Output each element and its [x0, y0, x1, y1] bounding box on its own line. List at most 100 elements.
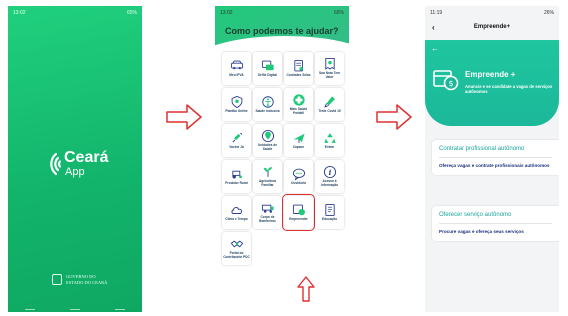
service-tile-label: Clima e Tempo	[225, 217, 248, 222]
car-icon	[230, 60, 243, 70]
service-tile[interactable]: Educação	[315, 196, 344, 229]
service-tile[interactable]: Capace	[284, 124, 313, 157]
service-tile-label: Corpo de Bombeiros	[259, 215, 276, 223]
status-time: 13:02	[220, 10, 233, 16]
service-tile-label: Acesso à Informação	[320, 179, 339, 187]
service-tile[interactable]: Empreender	[282, 194, 315, 231]
option-card-offer[interactable]: Oferecer serviço autônomo Procure vagas …	[432, 206, 559, 241]
service-tile[interactable]: Produtor Rural	[222, 160, 251, 193]
test-tube-icon	[323, 96, 335, 108]
location-pin-icon	[261, 130, 274, 143]
government-logo: GOVERNO DO ESTADO DO CEARÁ	[52, 274, 107, 285]
chat-card-icon	[261, 60, 274, 71]
nav-back-icon[interactable]	[114, 308, 125, 310]
hero-banner: ← $ Empreende + Anuncie e se candidate a…	[425, 40, 559, 126]
card-title: Oferecer serviço autônomo	[439, 212, 552, 224]
service-tile-label: Empreender	[289, 217, 308, 222]
service-tile[interactable]: Contrates Selas	[284, 52, 313, 85]
book-icon	[324, 204, 335, 217]
app-bar-title: Empreende+	[473, 24, 511, 30]
service-tile[interactable]: Sua Nota Tem Valor	[315, 52, 344, 85]
logo-name: Ceará	[64, 149, 109, 166]
service-tile-label: Ouvidoria	[291, 181, 306, 186]
status-bar: 13:02 65%	[8, 6, 142, 20]
services-screen: 13:02 65% Como podemos te ajudar? Meu IP…	[215, 6, 349, 312]
store-coin-icon	[292, 204, 305, 216]
status-battery: 65%	[333, 10, 344, 16]
service-tile-label: Produtor Rural	[225, 181, 248, 186]
service-tile-label: Educação	[321, 217, 338, 222]
service-tile[interactable]: Saúde Inclusiva	[253, 88, 282, 121]
services-grid: Meu IPVA Selfie Digital Contrates Selas Sua…	[222, 52, 346, 265]
status-time: 11:19	[430, 10, 443, 16]
logo-subname: App	[65, 166, 85, 178]
card-description: Procure vagas e ofereça seus serviços	[439, 229, 524, 234]
tutorial-composite: 13:02 65% Ceará App GOVERNO DO ESTADO DO…	[0, 0, 568, 316]
service-tile-label: Teste Covid 19	[318, 109, 341, 114]
app-bar: ‹ Empreende+	[425, 20, 559, 34]
service-tile[interactable]: Mais Saúde Portátil	[284, 88, 313, 121]
service-tile[interactable]: Teste Covid 19	[315, 88, 344, 121]
status-battery: 65%	[126, 10, 137, 16]
service-tile[interactable]: Meu IPVA	[222, 52, 251, 85]
service-tile[interactable]: i Acesso à Informação	[315, 160, 344, 193]
handshake-icon	[230, 241, 243, 248]
document-stamp-icon	[293, 60, 303, 72]
state-seal-icon	[52, 274, 62, 285]
service-tile[interactable]: Agricultura Familiar	[253, 160, 282, 193]
card-title: Contratar profissional autônomo	[439, 146, 552, 158]
option-card-hire[interactable]: Contratar profissional autônomo Ofereça …	[432, 140, 559, 175]
service-tile-label: Selfie Digital	[257, 73, 278, 78]
service-tile[interactable]: Plantão Online	[222, 88, 251, 121]
tractor-icon	[231, 170, 242, 179]
fire-truck-icon	[261, 205, 274, 214]
hero-title: Empreende +	[465, 70, 516, 79]
service-tile-label: Portal do Contribuinte PDC	[223, 251, 250, 259]
recycle-icon	[323, 133, 336, 144]
service-tile[interactable]: Selfie Digital	[253, 52, 282, 85]
service-tile[interactable]: Ouvidoria	[284, 160, 313, 193]
status-battery: 26%	[543, 10, 554, 16]
service-tile-label: Vacine Já	[229, 145, 244, 150]
service-tile[interactable]: Corpo de Bombeiros	[253, 196, 282, 229]
right-arrow-annotation-2	[376, 104, 412, 130]
service-tile[interactable]: Clima e Tempo	[222, 196, 251, 229]
svg-text:i: i	[328, 168, 331, 177]
airplane-icon	[292, 134, 305, 144]
up-arrow-annotation	[297, 276, 315, 302]
service-tile-label: Meu IPVA	[229, 73, 244, 78]
service-tile[interactable]: Entrar	[315, 124, 344, 157]
service-tile[interactable]: Unidades de Saúde	[253, 124, 282, 157]
service-tile-label: Contrates Selas	[286, 73, 311, 78]
svg-text:$: $	[448, 79, 453, 88]
service-tile-label: Plantão Online	[225, 109, 248, 114]
plant-icon	[263, 167, 272, 178]
back-chevron-icon[interactable]: ‹	[432, 23, 435, 32]
accessibility-icon	[261, 96, 274, 108]
service-tile-label: Saúde Inclusiva	[255, 109, 280, 114]
service-tile-label: Capace	[292, 145, 305, 150]
cloud-icon	[230, 207, 242, 215]
service-tile-label: Mais Saúde Portátil	[289, 107, 308, 115]
service-tile-label: Agricultura Familiar	[258, 179, 276, 187]
nav-recent-icon[interactable]	[25, 308, 36, 310]
police-badge-icon	[231, 96, 242, 109]
card-description: Ofereça vagas e contrate profissionais a…	[439, 163, 550, 168]
right-arrow-annotation-1	[166, 104, 202, 130]
back-arrow-icon[interactable]: ←	[431, 44, 439, 53]
status-time: 13:02	[13, 10, 26, 16]
info-icon: i	[323, 166, 336, 179]
page-title: Como podemos te ajudar?	[225, 26, 339, 36]
store-coin-icon: $	[433, 70, 459, 91]
splash-screen: 13:02 65% Ceará App GOVERNO DO ESTADO DO…	[8, 6, 142, 312]
ceara-app-logo: Ceará App	[34, 149, 108, 179]
wireless-arcs-icon	[50, 152, 62, 176]
health-cross-icon	[292, 94, 305, 107]
service-tile[interactable]: Portal do Contribuinte PDC	[222, 232, 251, 265]
empreende-screen: 11:19 26% ‹ Empreende+ ← $ Empreende + A…	[425, 6, 559, 312]
speech-bubble-icon	[292, 168, 305, 181]
hero-subtitle: Anuncie e se candidate a vagas de serviç…	[465, 84, 553, 94]
nav-home-icon[interactable]	[69, 308, 80, 310]
android-nav-bar	[8, 306, 142, 312]
service-tile[interactable]: Vacine Já	[222, 124, 251, 157]
